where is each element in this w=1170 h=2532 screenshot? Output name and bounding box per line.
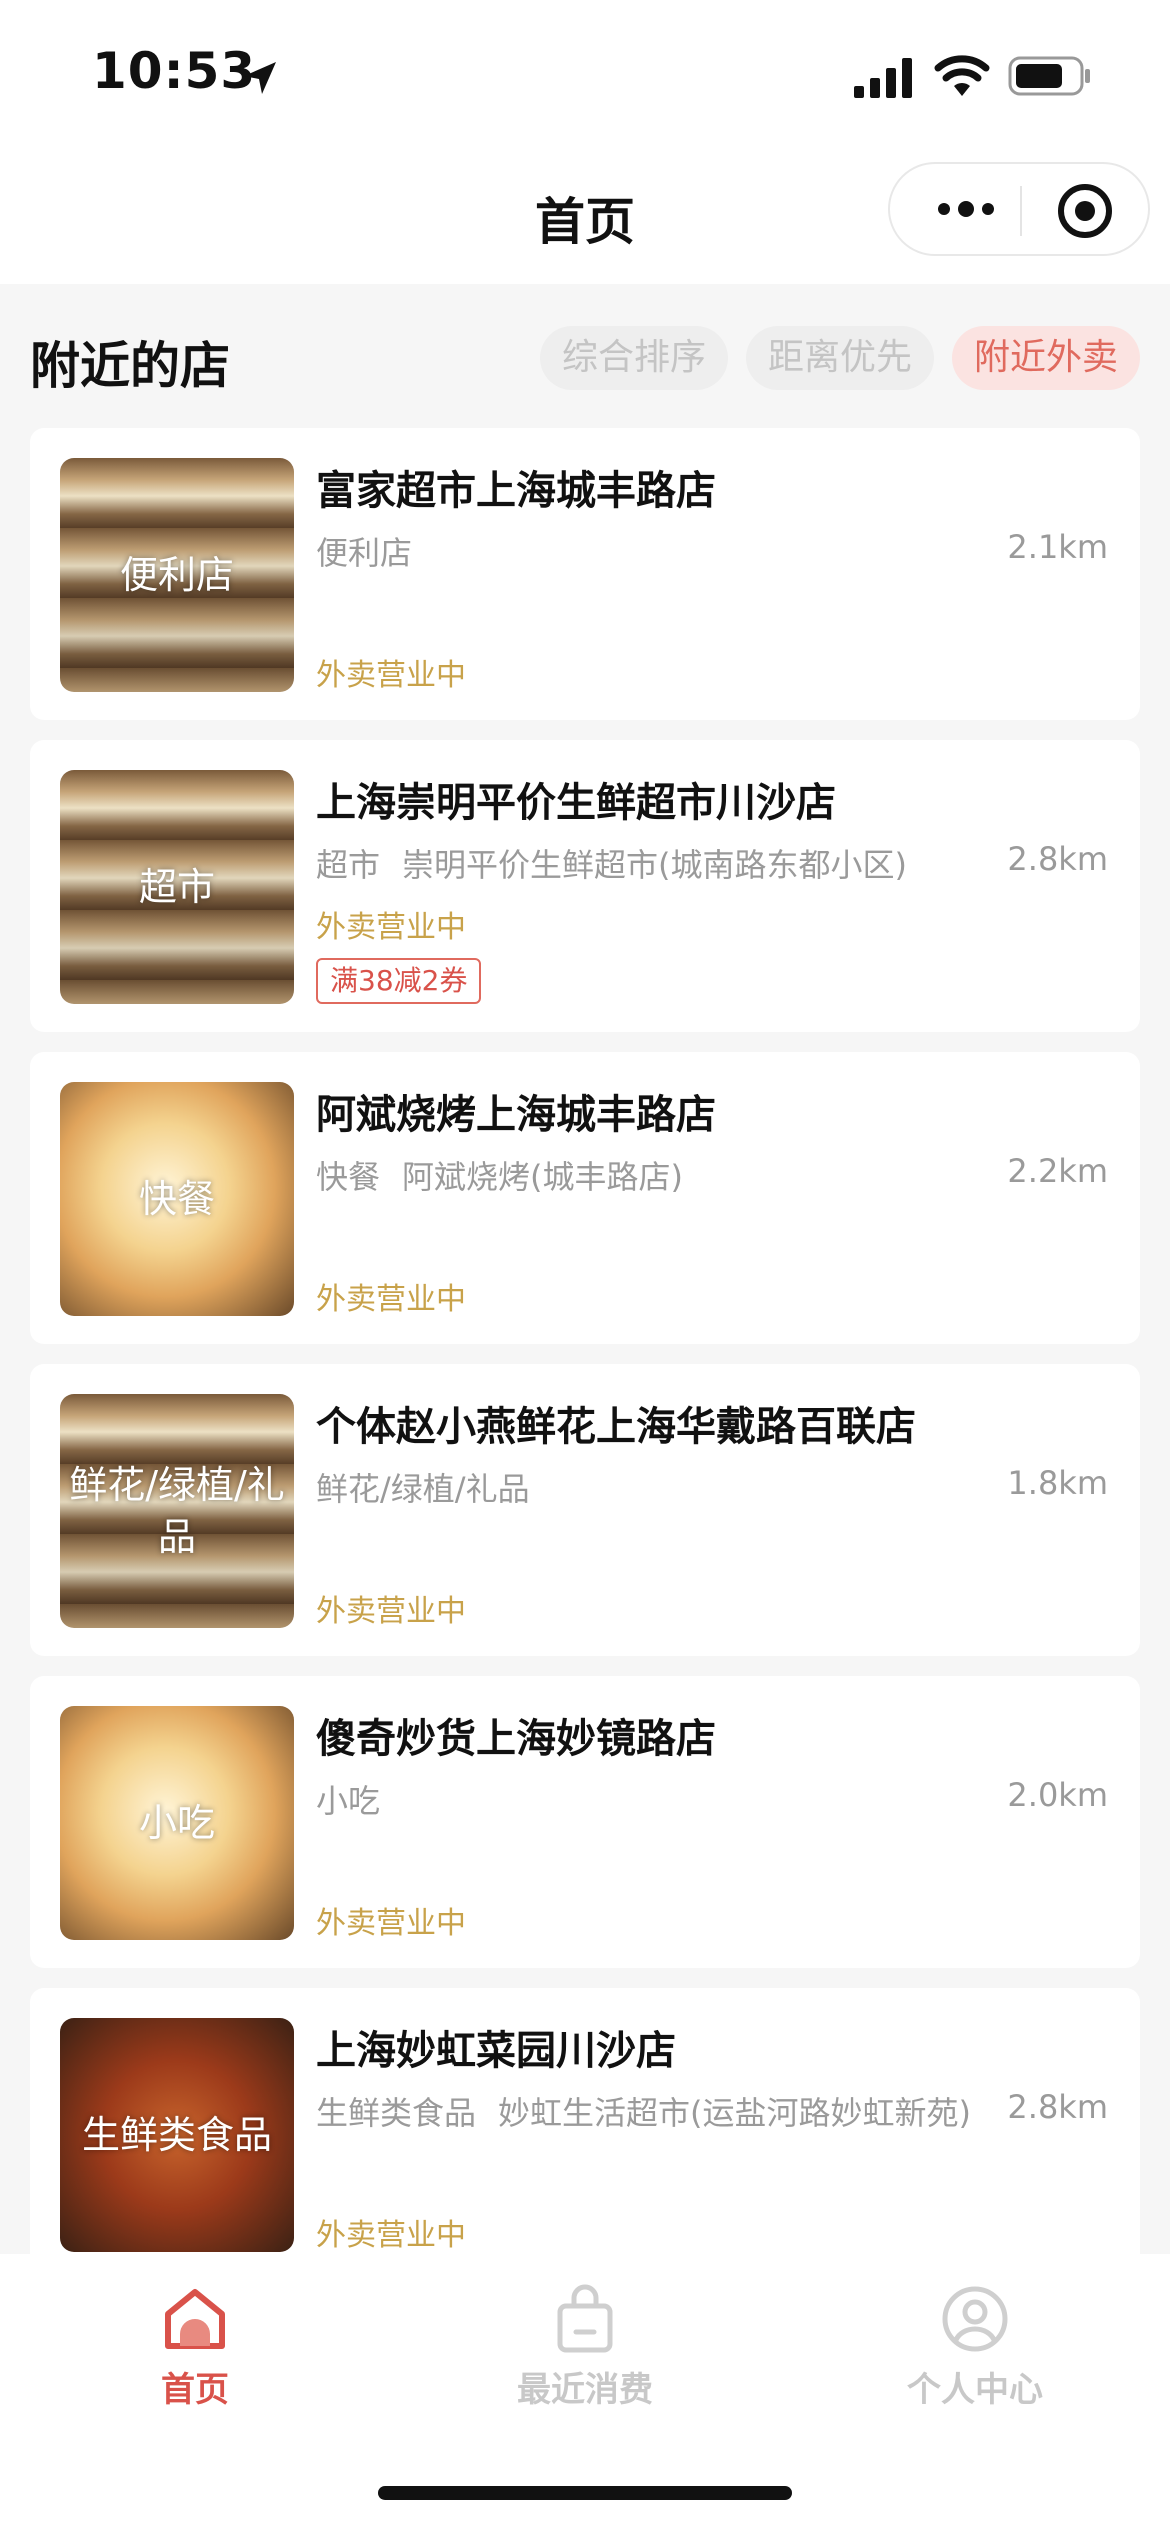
- thumbnail-category-label: 生鲜类食品: [81, 2113, 272, 2157]
- tab-label: 首页: [161, 2370, 229, 2410]
- store-name: 阿斌烧烤上海城丰路店: [316, 1092, 716, 1138]
- store-card[interactable]: 超市 上海崇明平价生鲜超市川沙店 超市 崇明平价生鲜超市(城南路东都小区) 2.8…: [30, 740, 1140, 1032]
- store-category-text: 超市: [316, 846, 381, 884]
- cellular-signal-icon: [854, 58, 912, 98]
- store-name: 上海崇明平价生鲜超市川沙店: [316, 780, 836, 826]
- delivery-status: 外卖营业中: [316, 1906, 466, 1941]
- thumbnail-category-label: 超市: [138, 865, 215, 909]
- thumbnail-category-label: 快餐: [138, 1177, 215, 1221]
- store-distance: 2.1km: [1007, 528, 1108, 566]
- store-thumbnail: 快餐: [60, 1082, 294, 1316]
- store-distance: 1.8km: [1007, 1464, 1108, 1502]
- section-title: 附近的店: [30, 337, 230, 395]
- delivery-status: 外卖营业中: [316, 1282, 466, 1317]
- store-category: 鲜花/绿植/礼品: [316, 1464, 530, 1510]
- store-category: 超市 崇明平价生鲜超市(城南路东都小区): [316, 840, 907, 886]
- store-thumbnail: 超市: [60, 770, 294, 1004]
- store-thumbnail: 生鲜类食品: [60, 2018, 294, 2252]
- more-options-icon[interactable]: [930, 194, 1002, 224]
- store-card[interactable]: 小吃 傻奇炒货上海妙镜路店 小吃 2.0km 外卖营业中: [30, 1676, 1140, 1968]
- store-card[interactable]: 便利店 富家超市上海城丰路店 便利店 2.1km 外卖营业中: [30, 428, 1140, 720]
- tab-profile[interactable]: 个人中心: [780, 2284, 1170, 2411]
- wifi-icon: [934, 55, 990, 96]
- store-branch-text: 阿斌烧烤(城丰路店): [402, 1158, 683, 1196]
- sort-chip-nearby-delivery[interactable]: 附近外卖: [952, 326, 1141, 390]
- shopping-bag-icon: [557, 2284, 613, 2353]
- store-distance: 2.8km: [1007, 2088, 1108, 2126]
- store-category: 生鲜类食品 妙虹生活超市(运盐河路妙虹新苑): [316, 2088, 971, 2134]
- thumbnail-category-label: 小吃: [138, 1801, 215, 1845]
- thumbnail-category-label: 鲜花/绿植/礼品: [69, 1463, 285, 1559]
- home-icon: [165, 2289, 225, 2349]
- status-bar: 10:53: [0, 0, 1170, 140]
- store-category-text: 小吃: [316, 1782, 381, 1820]
- store-category: 快餐 阿斌烧烤(城丰路店): [316, 1152, 683, 1198]
- store-category-text: 鲜花/绿植/礼品: [316, 1470, 530, 1508]
- store-branch-text: 妙虹生活超市(运盐河路妙虹新苑): [498, 2094, 971, 2132]
- close-mini-program-icon[interactable]: [1056, 182, 1114, 240]
- tab-home[interactable]: 首页: [0, 2284, 390, 2411]
- status-time: 10:53: [92, 42, 257, 100]
- capsule-divider: [1020, 186, 1022, 236]
- battery-icon: [1008, 56, 1090, 96]
- delivery-status: 外卖营业中: [316, 910, 466, 945]
- store-card[interactable]: 鲜花/绿植/礼品 个体赵小燕鲜花上海华戴路百联店 鲜花/绿植/礼品 1.8km …: [30, 1364, 1140, 1656]
- store-thumbnail: 鲜花/绿植/礼品: [60, 1394, 294, 1628]
- store-card[interactable]: 快餐 阿斌烧烤上海城丰路店 快餐 阿斌烧烤(城丰路店) 2.2km 外卖营业中: [30, 1052, 1140, 1344]
- delivery-status: 外卖营业中: [316, 2218, 466, 2253]
- store-name: 傻奇炒货上海妙镜路店: [316, 1716, 716, 1762]
- store-category: 小吃: [316, 1776, 380, 1822]
- store-branch-text: 崇明平价生鲜超市(城南路东都小区): [402, 846, 907, 884]
- home-indicator[interactable]: [378, 2486, 792, 2500]
- sort-chip-comprehensive[interactable]: 综合排序: [540, 326, 729, 390]
- store-category-text: 生鲜类食品: [316, 2094, 477, 2132]
- store-thumbnail: 小吃: [60, 1706, 294, 1940]
- delivery-status: 外卖营业中: [316, 658, 466, 693]
- thumbnail-category-label: 便利店: [119, 553, 234, 597]
- store-card[interactable]: 生鲜类食品 上海妙虹菜园川沙店 生鲜类食品 妙虹生活超市(运盐河路妙虹新苑) 2.…: [30, 1988, 1140, 2280]
- mini-program-capsule: [888, 162, 1150, 256]
- store-distance: 2.0km: [1007, 1776, 1108, 1814]
- store-category-text: 便利店: [316, 534, 413, 572]
- store-name: 上海妙虹菜园川沙店: [316, 2028, 676, 2074]
- store-thumbnail: 便利店: [60, 458, 294, 692]
- tab-recent-spending[interactable]: 最近消费: [390, 2284, 780, 2411]
- store-category-text: 快餐: [316, 1158, 381, 1196]
- store-name: 富家超市上海城丰路店: [316, 468, 716, 514]
- delivery-status: 外卖营业中: [316, 1594, 466, 1629]
- tab-label: 个人中心: [907, 2370, 1043, 2410]
- store-distance: 2.2km: [1007, 1152, 1108, 1190]
- store-category: 便利店: [316, 528, 412, 574]
- navigation-bar: 首页: [0, 140, 1170, 284]
- tab-label: 最近消费: [517, 2370, 653, 2410]
- store-name: 个体赵小燕鲜花上海华戴路百联店: [316, 1404, 916, 1450]
- store-distance: 2.8km: [1007, 840, 1108, 878]
- coupon-badge: 满38减2券: [316, 958, 482, 1004]
- user-icon: [942, 2286, 1008, 2352]
- location-arrow-icon: [244, 62, 276, 94]
- sort-chip-distance[interactable]: 距离优先: [746, 326, 935, 390]
